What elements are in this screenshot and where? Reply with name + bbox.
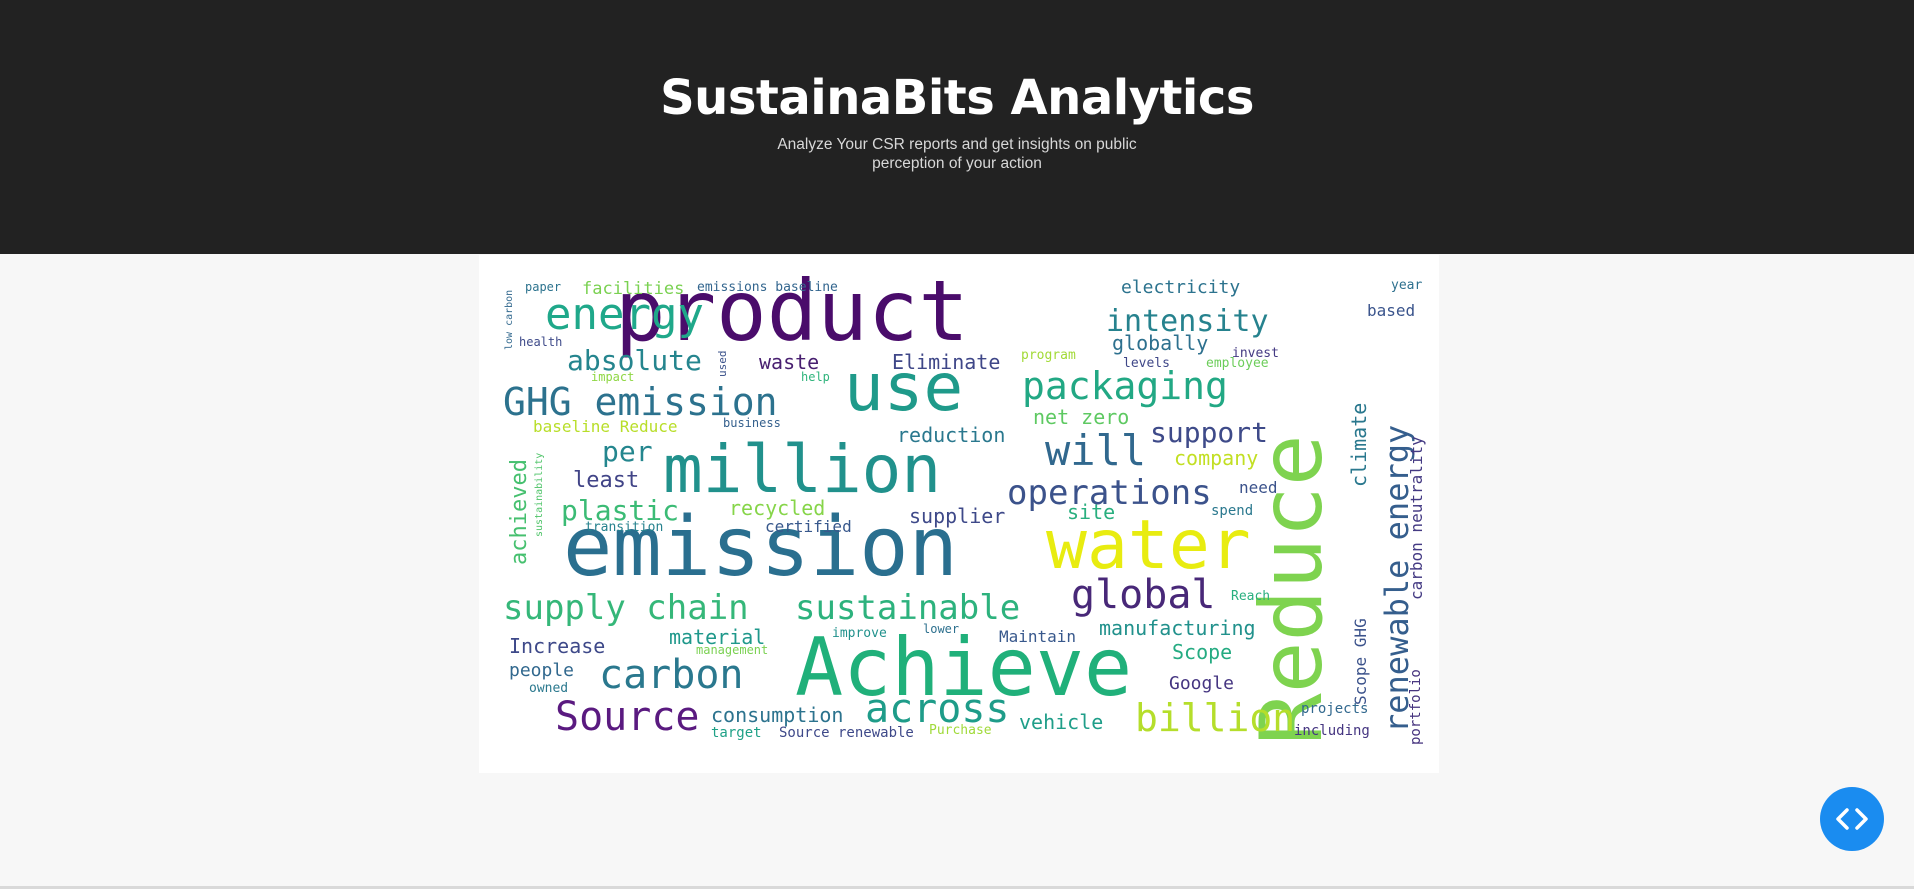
word-owned: owned xyxy=(529,681,569,696)
word-electricity: electricity xyxy=(1121,277,1241,298)
word-baseline-reduce: baseline Reduce xyxy=(533,417,678,436)
word-waste: waste xyxy=(759,350,820,374)
word-reduction: reduction xyxy=(897,423,1006,447)
word-management: management xyxy=(696,643,769,657)
word-spend: spend xyxy=(1211,503,1254,519)
word-people: people xyxy=(509,660,575,681)
word-carbon-neutrality: carbon neutrality xyxy=(1407,436,1426,600)
word-maintain: Maintain xyxy=(999,627,1077,646)
word-projects: projects xyxy=(1301,701,1369,717)
word-help: help xyxy=(801,370,830,384)
word-global: global xyxy=(1071,572,1216,618)
word-globally: globally xyxy=(1112,331,1209,355)
word-source: Source xyxy=(555,694,700,740)
code-icon xyxy=(1836,808,1868,830)
word-energy: energy xyxy=(545,289,704,340)
word-certified: certified xyxy=(765,517,852,536)
word-year: year xyxy=(1391,278,1423,293)
word-support: support xyxy=(1150,416,1269,449)
hero-header: SustainaBits Analytics Analyze Your CSR … xyxy=(0,0,1914,254)
word-climate: climate xyxy=(1347,402,1371,487)
word-including: including xyxy=(1294,723,1370,739)
word-billion: billion xyxy=(1135,696,1296,740)
word-least: least xyxy=(573,468,640,493)
word-sustainable: sustainable xyxy=(795,588,1021,628)
word-program: program xyxy=(1021,348,1076,363)
word-lower: lower xyxy=(923,622,960,636)
word-consumption: consumption xyxy=(711,703,844,727)
word-reach: Reach xyxy=(1231,589,1271,604)
word-packaging: packaging xyxy=(1022,364,1228,408)
word-carbon: carbon xyxy=(599,652,744,698)
page-subtitle: Analyze Your CSR reports and get insight… xyxy=(777,136,1137,172)
word-low-carbon: low carbon xyxy=(504,289,515,350)
word-transition: transition xyxy=(585,520,664,535)
word-target: target xyxy=(711,725,762,741)
word-portfolio: portfolio xyxy=(1408,669,1424,745)
word-eliminate: Eliminate xyxy=(892,350,1001,374)
word-paper: paper xyxy=(525,280,562,294)
word-scope-ghg: Scope GHG xyxy=(1351,618,1370,705)
word-source-renewable: Source renewable xyxy=(779,725,914,741)
word-health: health xyxy=(519,335,563,349)
word-levels: levels xyxy=(1123,356,1170,371)
word-net-zero: net zero xyxy=(1033,405,1130,429)
word-manufacturing: manufacturing xyxy=(1099,616,1256,640)
word-company: company xyxy=(1174,446,1259,470)
word-scope: Scope xyxy=(1172,640,1233,664)
word-based: based xyxy=(1367,301,1416,320)
word-used: used xyxy=(716,350,729,378)
word-impact: impact xyxy=(591,370,635,384)
word-absolute: absolute xyxy=(567,344,702,377)
page-title: SustainaBits Analytics xyxy=(660,70,1254,126)
word-facilities: facilities xyxy=(582,279,685,299)
word-business: business xyxy=(723,416,781,430)
word-cloud-image: product emission million use Achieve wat… xyxy=(479,255,1439,773)
word-improve: improve xyxy=(832,626,887,641)
word-employee: employee xyxy=(1206,356,1269,371)
word-per: per xyxy=(602,435,653,468)
word-google: Google xyxy=(1169,673,1235,694)
word-will: will xyxy=(1045,426,1147,475)
word-need: need xyxy=(1239,478,1278,497)
word-supplier: supplier xyxy=(909,504,1006,528)
word-emissions-baseline: emissions baseline xyxy=(697,280,838,295)
word-vehicle: vehicle xyxy=(1019,710,1104,734)
word-purchase: Purchase xyxy=(929,723,992,738)
word-increase: Increase xyxy=(509,634,606,658)
word-sustainability: sustainability xyxy=(534,452,545,537)
word-achieved: achieved xyxy=(507,459,532,565)
word-site: site xyxy=(1067,500,1116,524)
code-toggle-button[interactable] xyxy=(1820,787,1884,851)
word-recycled: recycled xyxy=(729,496,826,520)
word-supply-chain: supply chain xyxy=(503,588,749,628)
